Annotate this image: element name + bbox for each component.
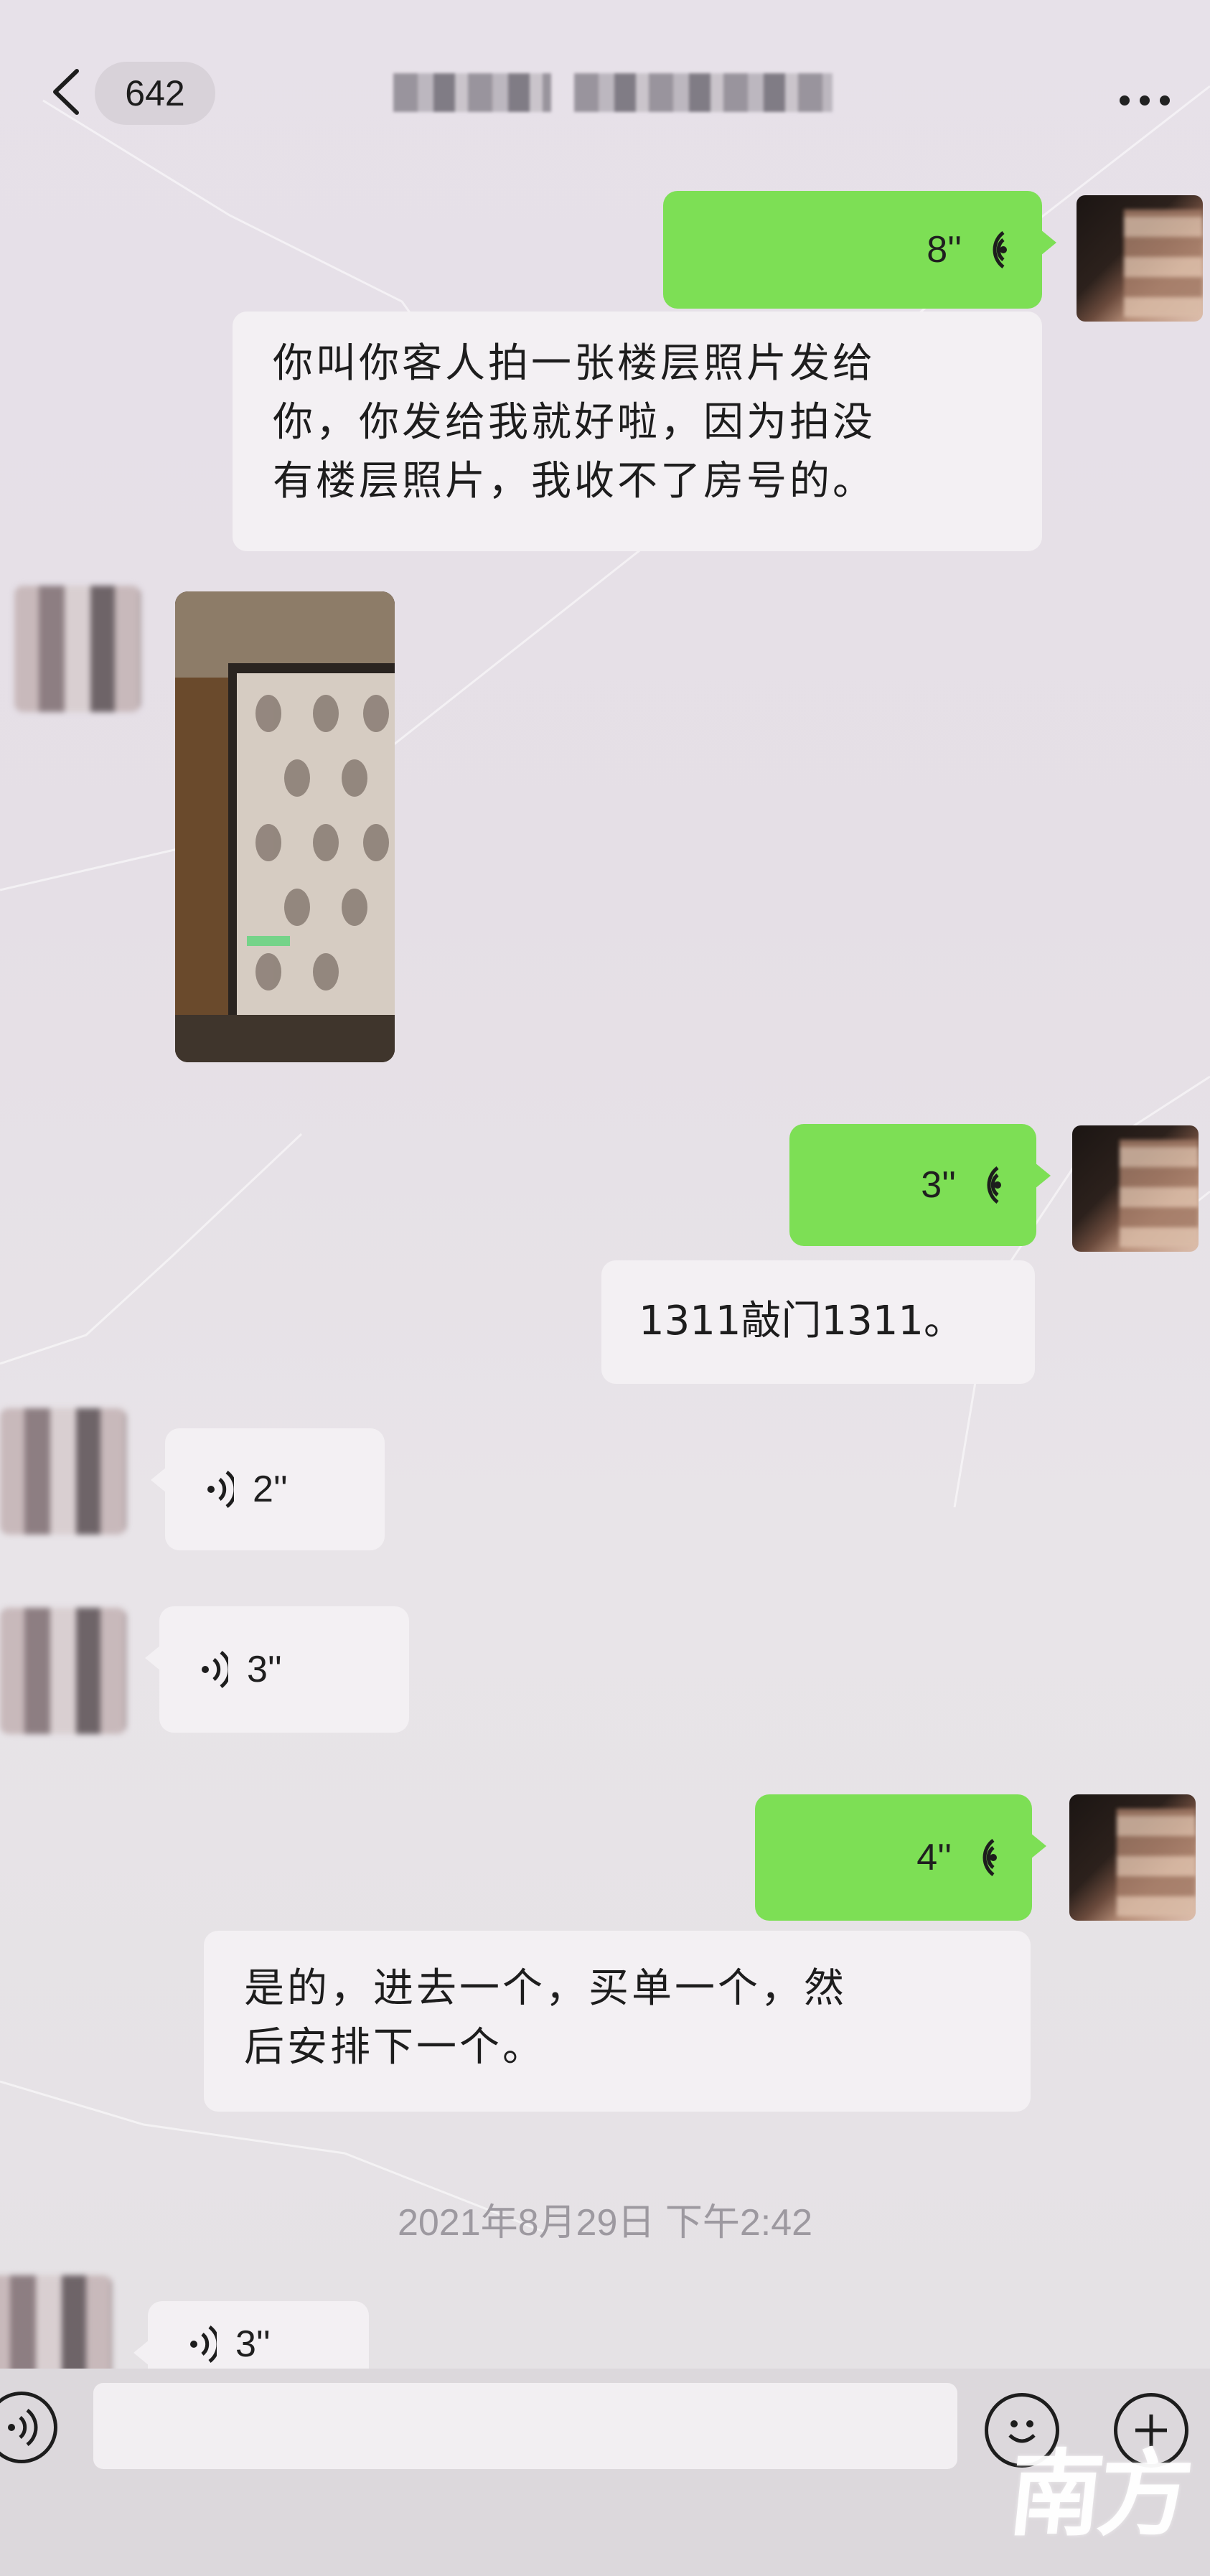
back-arrow-icon[interactable]	[37, 63, 95, 121]
message-line: 有楼层照片，我收不了房号的。	[273, 458, 876, 505]
voice-message-outgoing[interactable]: 8''	[663, 191, 1056, 309]
self-avatar[interactable]	[1077, 195, 1203, 322]
message-timestamp: 2021年8月29日 下午2:42	[397, 2202, 813, 2244]
voice-message-incoming[interactable]: 2''	[151, 1428, 385, 1550]
voice-wave-icon	[190, 2326, 217, 2363]
contact-avatar[interactable]	[14, 586, 141, 712]
voice-duration: 3''	[921, 1164, 956, 1206]
contact-avatar[interactable]	[0, 1608, 126, 1734]
voice-input-icon[interactable]	[0, 2392, 57, 2463]
more-options-icon[interactable]	[1105, 79, 1184, 122]
message-line: 你，你发给我就好啦，因为拍没	[273, 399, 876, 446]
voice-wave-icon	[993, 231, 1007, 268]
text-message-outgoing[interactable]: 是的，进去一个，买单一个，然 后安排下一个。	[204, 1931, 1031, 2112]
watermark-logo: 南方+	[992, 2439, 1193, 2576]
self-avatar[interactable]	[1069, 1794, 1196, 1921]
voice-message-incoming[interactable]: 3''	[145, 1606, 409, 1733]
message-line: 1311敲门1311。	[639, 1298, 965, 1344]
photo-thumbnail	[175, 591, 395, 1062]
voice-wave-icon	[987, 1166, 1001, 1204]
message-line: 后安排下一个。	[244, 2024, 545, 2071]
voice-wave-icon	[207, 1471, 234, 1508]
message-line: 你叫你客人拍一张楼层照片发给	[273, 340, 876, 387]
image-message-incoming[interactable]	[175, 591, 395, 1062]
voice-duration: 3''	[247, 1649, 282, 1690]
self-avatar[interactable]	[1072, 1125, 1199, 1252]
voice-duration: 8''	[927, 229, 962, 271]
voice-wave-icon	[982, 1839, 997, 1876]
chat-title-blurred	[393, 73, 551, 112]
voice-duration: 2''	[253, 1469, 288, 1510]
contact-avatar[interactable]	[0, 1408, 126, 1535]
message-line: 是的，进去一个，买单一个，然	[244, 1965, 847, 2012]
text-message-outgoing[interactable]: 1311敲门1311。	[601, 1260, 1035, 1384]
unread-count-badge[interactable]: 642	[95, 62, 215, 125]
chat-title-blurred-2	[574, 73, 833, 112]
text-message-outgoing[interactable]: 你叫你客人拍一张楼层照片发给 你，你发给我就好啦，因为拍没 有楼层照片，我收不了…	[233, 312, 1042, 551]
chat-header: 642	[0, 29, 1210, 158]
voice-message-outgoing[interactable]: 3''	[789, 1124, 1051, 1246]
voice-wave-icon	[202, 1651, 228, 1688]
voice-duration: 3''	[235, 2323, 271, 2365]
voice-message-outgoing[interactable]: 4''	[755, 1794, 1046, 1921]
message-input[interactable]	[93, 2383, 957, 2469]
chat-screen: 642 8'' 你叫你客人拍一张楼层照片发给 你，你发给我就好啦，因为拍没 有楼…	[0, 0, 1210, 2576]
voice-duration: 4''	[916, 1837, 952, 1878]
